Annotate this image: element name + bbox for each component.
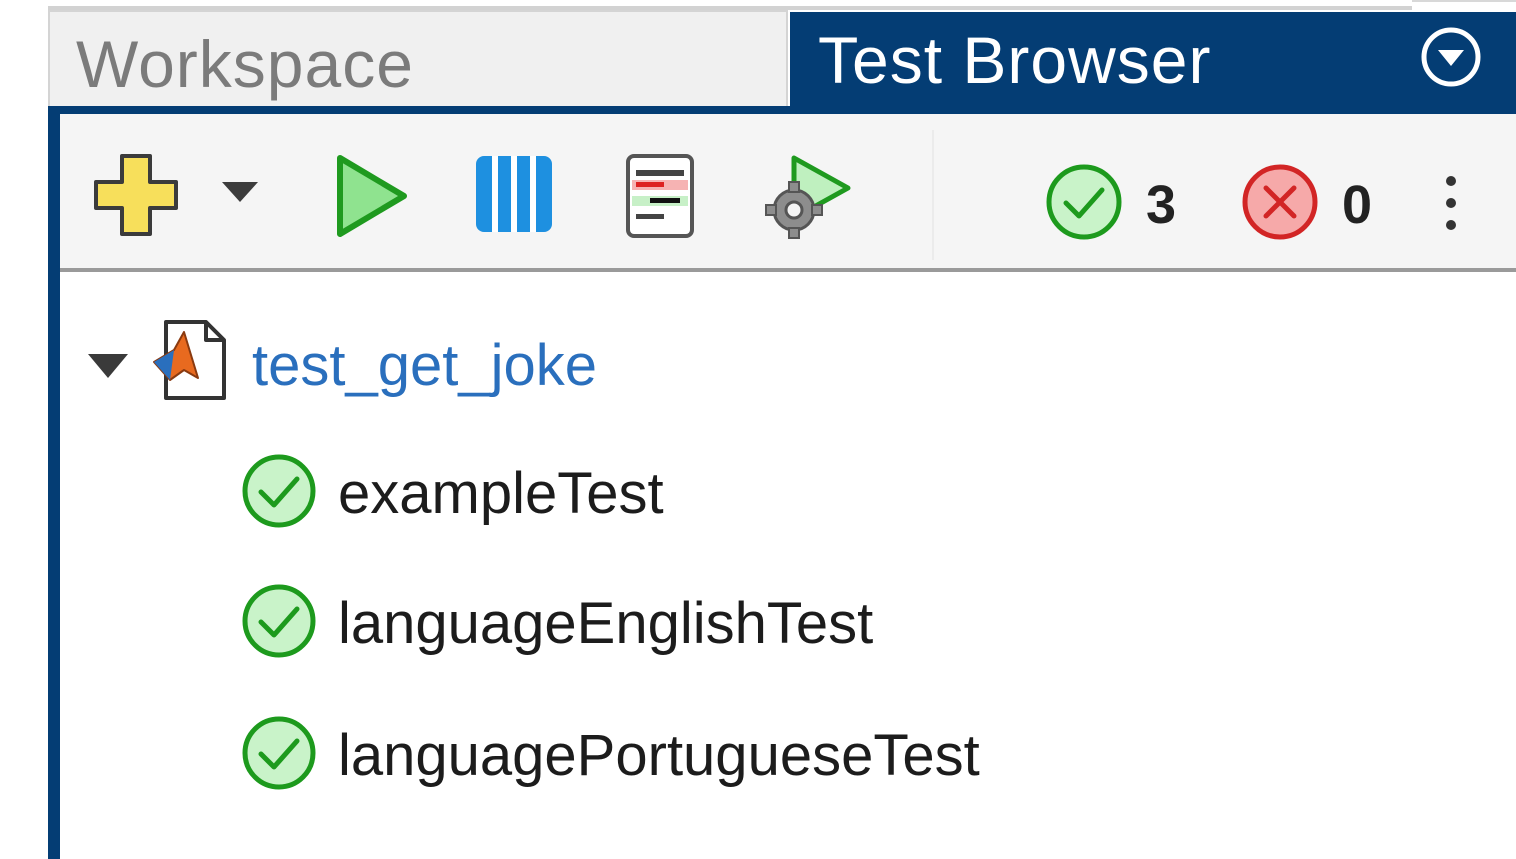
more-options-icon[interactable] bbox=[1436, 172, 1466, 234]
passed-status-icon bbox=[1044, 162, 1124, 242]
test-name: languageEnglishTest bbox=[338, 591, 874, 656]
test-report-icon[interactable] bbox=[624, 152, 696, 240]
tab-workspace[interactable]: Workspace bbox=[48, 10, 788, 106]
passed-count: 3 bbox=[1146, 175, 1177, 235]
panel-menu-icon[interactable] bbox=[1420, 26, 1482, 88]
failed-status-icon bbox=[1240, 162, 1320, 242]
tree-root-label[interactable]: test_get_joke bbox=[252, 332, 597, 399]
passed-check-icon bbox=[240, 714, 318, 797]
panel-top-border bbox=[48, 106, 1516, 114]
window-edge bbox=[1412, 0, 1516, 10]
panel-left-border bbox=[48, 106, 60, 859]
toolbar-divider bbox=[932, 130, 934, 260]
toolbar-separator bbox=[60, 268, 1516, 272]
test-name: exampleTest bbox=[338, 461, 664, 526]
run-parallel-icon[interactable] bbox=[472, 152, 556, 236]
matlab-file-icon bbox=[150, 318, 230, 409]
passed-check-icon bbox=[240, 582, 318, 665]
failed-count: 0 bbox=[1342, 175, 1373, 235]
run-icon[interactable] bbox=[332, 150, 412, 242]
dropdown-arrow-icon[interactable] bbox=[218, 178, 262, 206]
test-name: languagePortugueseTest bbox=[338, 723, 980, 788]
expand-caret-icon[interactable] bbox=[86, 352, 130, 387]
tab-workspace-label: Workspace bbox=[76, 27, 414, 101]
tab-test-browser-label: Test Browser bbox=[818, 23, 1212, 97]
passed-check-icon bbox=[240, 452, 318, 535]
tab-test-browser[interactable]: Test Browser bbox=[790, 12, 1516, 108]
add-test-icon[interactable] bbox=[92, 150, 182, 240]
run-with-options-icon[interactable] bbox=[764, 152, 856, 240]
